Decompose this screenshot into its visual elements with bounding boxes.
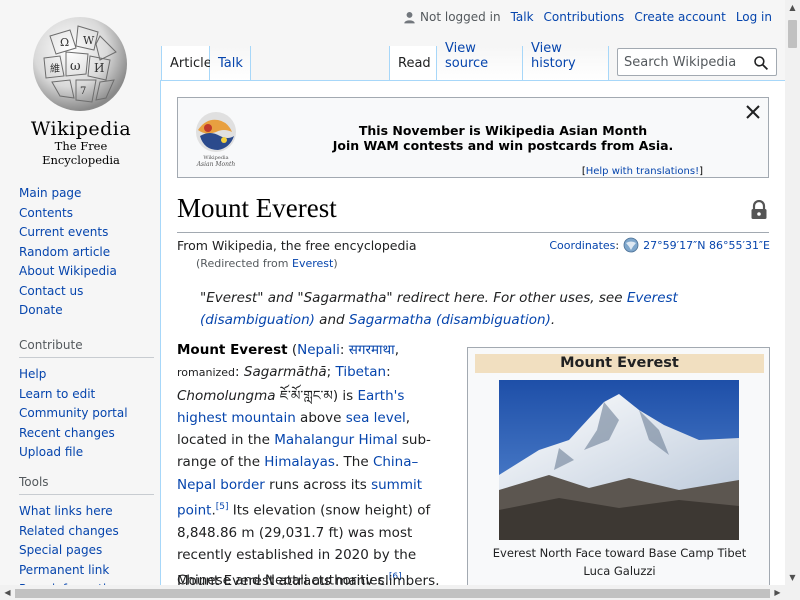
coordinates-value-link[interactable]: 27°59′17″N 86°55′31″E: [643, 239, 770, 252]
page-title: Mount Everest: [177, 193, 337, 223]
sidebar-item-learn-to-edit[interactable]: Learn to edit: [19, 385, 154, 405]
sidebar-heading-tools: Tools: [19, 475, 154, 495]
coordinates-label-link[interactable]: Coordinates: [549, 239, 615, 252]
svg-text:W: W: [83, 34, 95, 47]
logo-tagline: The Free Encyclopedia: [42, 139, 120, 167]
sidebar-heading-contribute: Contribute: [19, 338, 154, 358]
sidebar-item-random-article[interactable]: Random article: [19, 243, 154, 263]
lock-icon[interactable]: [750, 200, 768, 220]
nepali-link[interactable]: Nepali: [297, 342, 340, 358]
horizontal-scroll-thumb[interactable]: [15, 589, 770, 598]
search-icon[interactable]: [753, 55, 769, 71]
sidebar-item-donate[interactable]: Donate: [19, 301, 154, 321]
sidebar-item-contents[interactable]: Contents: [19, 204, 154, 224]
sidebar-item-recent-changes[interactable]: Recent changes: [19, 424, 154, 444]
sidebar-contribute: Contribute Help Learn to edit Community …: [19, 338, 154, 463]
contributions-link[interactable]: Contributions: [544, 10, 625, 24]
hatnote: "Everest" and "Sagarmatha" redirect here…: [200, 290, 678, 328]
scroll-left-arrow-icon[interactable]: ◀: [0, 585, 15, 600]
sea-level-link[interactable]: sea level: [346, 410, 406, 426]
infobox-title: Mount Everest: [475, 354, 764, 373]
not-logged-in-label: Not logged in: [420, 10, 501, 24]
infobox-caption: Everest North Face toward Base Camp Tibe…: [492, 546, 747, 578]
tab-view-history-label: View history: [531, 41, 576, 71]
create-account-link[interactable]: Create account: [634, 10, 726, 24]
content-area: Wikipedia Asian Month This November is W…: [160, 80, 785, 600]
everest-photo[interactable]: [499, 380, 739, 540]
svg-text:ω: ω: [70, 59, 81, 74]
sidebar-item-related-changes[interactable]: Related changes: [19, 522, 154, 542]
lead-paragraph: Mount Everest (Nepali: सगरमाथा, romanize…: [177, 342, 431, 589]
help-with-translations-link[interactable]: Help with translations!: [586, 166, 699, 177]
svg-text:7: 7: [80, 86, 86, 97]
scroll-down-arrow-icon[interactable]: ▼: [785, 570, 800, 585]
log-in-link[interactable]: Log in: [736, 10, 772, 24]
tab-article[interactable]: Article: [161, 46, 212, 80]
sidebar-item-community-portal[interactable]: Community portal: [19, 404, 154, 424]
sagarmatha-disambiguation-link[interactable]: Sagarmatha (disambiguation): [349, 312, 551, 328]
sidebar-item-main-page[interactable]: Main page: [19, 184, 154, 204]
svg-text:Ω: Ω: [60, 36, 69, 49]
close-icon[interactable]: [745, 104, 761, 120]
sidebar-item-permanent-link[interactable]: Permanent link: [19, 561, 154, 581]
personal-talk-link[interactable]: Talk: [511, 10, 534, 24]
logo-wordmark: Wikipedia: [30, 118, 132, 140]
vertical-scroll-thumb[interactable]: [788, 20, 797, 48]
search-input[interactable]: [618, 49, 748, 75]
himalayas-link[interactable]: Himalayas: [264, 454, 335, 470]
coordinates: Coordinates: 27°59′17″N 86°55′31″E: [549, 237, 770, 253]
infobox: Mount Everest Everest North Face toward …: [467, 347, 770, 600]
tab-view-source[interactable]: View source: [437, 41, 523, 80]
tab-talk-label: Talk: [218, 56, 243, 71]
banner-subline: Join WAM contests and win postcards from…: [332, 138, 674, 153]
redirect-source-link[interactable]: Everest: [292, 257, 333, 270]
reference-5-link[interactable]: [5]: [216, 502, 229, 512]
tab-read-label: Read: [398, 56, 431, 71]
wikipedia-asian-month-logo: Wikipedia Asian Month: [196, 112, 236, 168]
mahalangur-himal-link[interactable]: Mahalangur Himal: [274, 432, 397, 448]
lead-bold-title: Mount Everest: [177, 342, 288, 358]
sidebar-item-what-links-here[interactable]: What links here: [19, 502, 154, 522]
central-notice-banner[interactable]: Wikipedia Asian Month This November is W…: [177, 97, 769, 178]
svg-text:Asian Month: Asian Month: [196, 161, 236, 168]
tab-talk[interactable]: Talk: [210, 46, 251, 80]
svg-text:維: 維: [50, 62, 60, 75]
user-icon: [404, 11, 415, 23]
tab-article-label: Article: [170, 56, 212, 71]
sidebar-item-contact[interactable]: Contact us: [19, 282, 154, 302]
personal-tools: Not logged in Talk Contributions Create …: [403, 10, 772, 24]
sidebar-navigation: Main page Contents Current events Random…: [19, 184, 154, 321]
tab-read[interactable]: Read: [389, 46, 437, 80]
banner-help: [Help with translations!]: [581, 166, 703, 177]
svg-text:И: И: [94, 61, 104, 75]
tab-view-source-label: View source: [445, 41, 489, 71]
sidebar-item-upload-file[interactable]: Upload file: [19, 443, 154, 463]
banner-headline: This November is Wikipedia Asian Month: [358, 123, 648, 138]
sidebar-item-about[interactable]: About Wikipedia: [19, 262, 154, 282]
sidebar-item-special-pages[interactable]: Special pages: [19, 541, 154, 561]
sidebar-item-current-events[interactable]: Current events: [19, 223, 154, 243]
vertical-scrollbar[interactable]: [785, 0, 800, 600]
scroll-right-arrow-icon[interactable]: ▶: [770, 585, 785, 600]
scroll-up-arrow-icon[interactable]: ▲: [785, 0, 800, 15]
tab-view-history[interactable]: View history: [523, 41, 609, 80]
site-subtitle: From Wikipedia, the free encyclopedia: [177, 238, 417, 253]
globe-icon[interactable]: [623, 237, 639, 253]
wikipedia-globe-icon: Ω W ω И 維 7: [33, 17, 127, 111]
title-divider: [177, 232, 769, 233]
sidebar-item-help[interactable]: Help: [19, 365, 154, 385]
redirected-from: (Redirected from Everest): [196, 257, 338, 270]
sidebar-tools: Tools What links here Related changes Sp…: [19, 475, 154, 600]
search-box: [617, 48, 777, 76]
tibetan-link[interactable]: Tibetan: [336, 364, 387, 380]
wikipedia-logo[interactable]: Ω W ω И 維 7 Wikipedia The Free Encyclope…: [20, 14, 142, 167]
nepali-script-link[interactable]: सगरमाथा: [349, 342, 395, 358]
